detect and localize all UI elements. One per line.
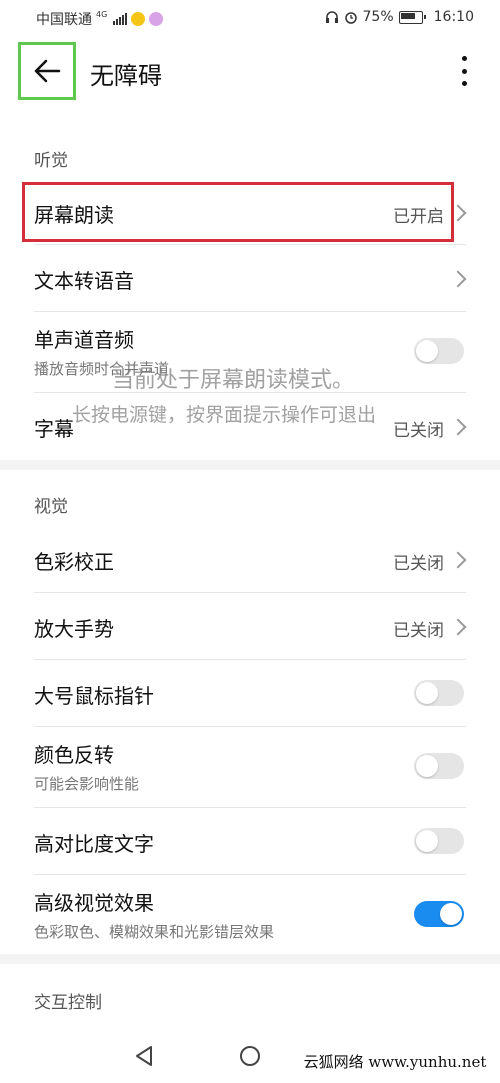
row-label: 大号鼠标指针 (34, 684, 154, 708)
status-right: 75% 16:10 (325, 9, 474, 25)
section-title-hearing: 听觉 (34, 151, 68, 171)
advanced-visual-toggle[interactable] (414, 901, 464, 927)
triangle-back-icon[interactable] (133, 1045, 155, 1067)
highlight-box-red (22, 182, 454, 242)
circle-home-icon[interactable] (239, 1045, 261, 1067)
row-label: 文本转语音 (34, 269, 134, 293)
app-header: 无障碍 (0, 34, 500, 120)
row-subtitle: 可能会影响性能 (34, 775, 140, 793)
toggle-knob (416, 682, 438, 704)
row-advanced-visual-effects[interactable]: 高级视觉效果 色彩取色、模糊效果和光影错层效果 (0, 875, 500, 954)
row-captions[interactable]: 字幕 已关闭 (0, 393, 500, 459)
dot (461, 81, 467, 86)
chevron-right-icon (449, 418, 467, 436)
network-type: 4G (96, 10, 108, 19)
app-notification-icon (131, 12, 146, 26)
app-notification-icon-2 (149, 12, 164, 26)
row-mono-audio[interactable]: 单声道音频 播放音频时合并声道 (0, 312, 500, 392)
battery-icon (398, 10, 426, 24)
toggle-knob (416, 755, 438, 777)
row-color-inversion[interactable]: 颜色反转 可能会影响性能 (0, 727, 500, 807)
chevron-right-icon (449, 270, 467, 288)
toggle-knob (416, 340, 438, 362)
row-color-correction[interactable]: 色彩校正 已关闭 (0, 526, 500, 592)
alarm-icon (344, 12, 357, 24)
page-title: 无障碍 (90, 62, 162, 90)
clock: 16:10 (433, 9, 474, 25)
row-value: 已关闭 (393, 621, 444, 641)
mono-audio-toggle[interactable] (414, 338, 464, 364)
dot (461, 68, 467, 74)
carrier-name: 中国联通 (36, 12, 92, 28)
dot (461, 56, 467, 61)
more-options-button[interactable] (458, 56, 470, 86)
chevron-right-icon (449, 551, 467, 569)
back-button[interactable] (18, 42, 76, 100)
color-inversion-toggle[interactable] (414, 753, 464, 779)
toggle-knob (416, 830, 438, 852)
row-label: 色彩校正 (34, 550, 114, 574)
row-text-to-speech[interactable]: 文本转语音 (0, 245, 500, 311)
section-title-interaction: 交互控制 (34, 993, 102, 1013)
status-bar: 中国联通 4G 75% 16:10 (0, 0, 500, 34)
section-vision: 视觉 色彩校正 已关闭 放大手势 已关闭 大号鼠标指针 颜色反转 可能会影响性能… (0, 470, 500, 954)
row-label: 高级视觉效果 (34, 891, 154, 915)
headset-icon (325, 11, 338, 23)
chevron-right-icon (449, 618, 467, 636)
toggle-knob (440, 903, 462, 925)
row-large-pointer[interactable]: 大号鼠标指针 (0, 660, 500, 726)
battery-percent: 75% (362, 9, 394, 25)
section-hearing: 听觉 屏幕朗读 已开启 文本转语音 单声道音频 播放音频时合并声道 字幕 已关闭 (0, 120, 500, 460)
row-high-contrast-text[interactable]: 高对比度文字 (0, 808, 500, 874)
high-contrast-toggle[interactable] (414, 828, 464, 854)
row-label: 高对比度文字 (34, 832, 154, 856)
watermark-logo: 云狐网络 www.yunhu.net (290, 1046, 500, 1076)
row-value: 已关闭 (393, 554, 444, 574)
section-interaction: 交互控制 (0, 964, 500, 1030)
signal-icon (113, 13, 128, 25)
status-left: 中国联通 4G (36, 9, 164, 29)
arrow-left-icon (34, 59, 61, 83)
row-subtitle: 色彩取色、模糊效果和光影错层效果 (34, 923, 275, 941)
row-label: 单声道音频 (34, 328, 134, 352)
row-label: 字幕 (34, 417, 74, 441)
row-magnification[interactable]: 放大手势 已关闭 (0, 593, 500, 659)
row-subtitle: 播放音频时合并声道 (34, 360, 170, 378)
row-value: 已关闭 (393, 421, 444, 441)
row-label: 颜色反转 (34, 743, 114, 767)
row-label: 放大手势 (34, 617, 114, 641)
large-pointer-toggle[interactable] (414, 680, 464, 706)
section-title-vision: 视觉 (34, 497, 68, 517)
